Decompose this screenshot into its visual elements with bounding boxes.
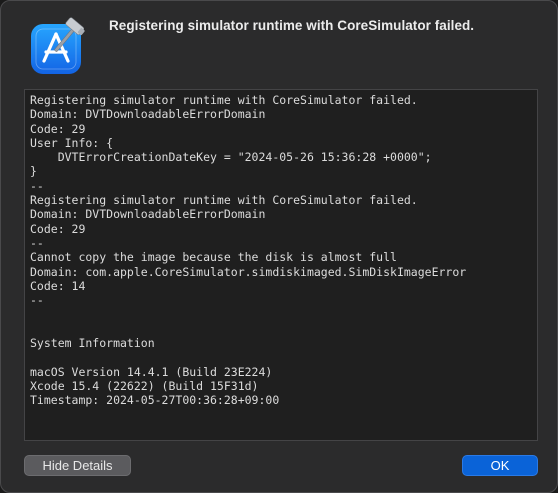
dialog-title: Registering simulator runtime with CoreS… [109,18,475,33]
error-details-textarea[interactable]: Registering simulator runtime with CoreS… [24,89,538,441]
xcode-icon [31,17,85,74]
hide-details-button[interactable]: Hide Details [24,455,131,476]
xcode-app-icon [28,17,88,79]
ok-button[interactable]: OK [462,455,538,476]
error-dialog: Registering simulator runtime with CoreS… [0,0,558,493]
error-details-text: Registering simulator runtime with CoreS… [30,93,467,408]
